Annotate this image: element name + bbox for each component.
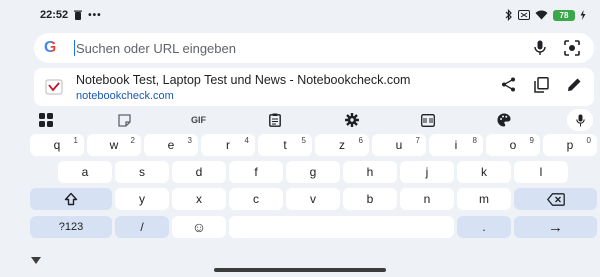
trash-notification-icon xyxy=(74,10,83,20)
battery-icon: 78 xyxy=(553,9,575,21)
backspace-key[interactable] xyxy=(514,188,597,210)
key-label: t xyxy=(283,138,287,152)
key-q[interactable]: q1 xyxy=(30,134,84,156)
gif-button[interactable]: GIF xyxy=(191,115,206,125)
key-l[interactable]: l xyxy=(514,161,568,183)
status-left: 22:52 ••• xyxy=(40,9,102,21)
search-input[interactable]: Suchen oder URL eingeben xyxy=(76,41,516,56)
more-notifications-icon: ••• xyxy=(88,9,102,21)
key-label: r xyxy=(226,138,230,152)
key-j[interactable]: j xyxy=(400,161,454,183)
charging-icon xyxy=(580,10,586,20)
lens-camera-icon[interactable] xyxy=(564,40,580,56)
suggestion-text: Notebook Test, Laptop Test und News - No… xyxy=(76,73,501,102)
key-hint: 6 xyxy=(358,136,363,145)
key-n[interactable]: n xyxy=(400,188,454,210)
bluetooth-icon xyxy=(505,9,512,21)
key-g[interactable]: g xyxy=(286,161,340,183)
key-b[interactable]: b xyxy=(343,188,397,210)
notebookcheck-favicon-icon xyxy=(44,77,64,97)
copy-icon[interactable] xyxy=(534,76,549,98)
wifi-icon xyxy=(535,10,548,20)
nfc-icon xyxy=(518,10,530,20)
period-key[interactable]: . xyxy=(457,216,511,238)
theme-palette-icon[interactable] xyxy=(497,113,511,127)
key-z[interactable]: z6 xyxy=(315,134,369,156)
suggestion-item[interactable]: Notebook Test, Laptop Test und News - No… xyxy=(34,68,594,106)
key-hint: 3 xyxy=(187,136,192,145)
symbols-key[interactable]: ?123 xyxy=(30,216,112,238)
key-f[interactable]: f xyxy=(229,161,283,183)
key-hint: 9 xyxy=(529,136,534,145)
text-cursor xyxy=(74,40,75,56)
keyboard-mic-icon[interactable] xyxy=(567,109,593,131)
slash-key[interactable]: / xyxy=(115,216,169,238)
status-right: 78 xyxy=(505,9,586,21)
voice-search-icon[interactable] xyxy=(534,40,546,56)
key-u[interactable]: u7 xyxy=(372,134,426,156)
key-hint: 7 xyxy=(415,136,420,145)
status-time: 22:52 xyxy=(40,9,69,21)
shift-key[interactable] xyxy=(30,188,112,210)
key-e[interactable]: e3 xyxy=(144,134,198,156)
key-label: e xyxy=(167,138,175,152)
key-a[interactable]: a xyxy=(58,161,112,183)
key-t[interactable]: t5 xyxy=(258,134,312,156)
settings-gear-icon[interactable] xyxy=(345,113,359,127)
share-icon[interactable] xyxy=(501,77,516,97)
translate-icon[interactable] xyxy=(421,113,435,127)
key-label: u xyxy=(395,138,403,152)
suggestion-title: Notebook Test, Laptop Test und News - No… xyxy=(76,72,411,87)
key-hint: 0 xyxy=(586,136,591,145)
key-y[interactable]: y xyxy=(115,188,169,210)
key-x[interactable]: x xyxy=(172,188,226,210)
hide-keyboard-icon[interactable] xyxy=(31,257,41,264)
key-v[interactable]: v xyxy=(286,188,340,210)
suggestion-url: notebookcheck.com xyxy=(76,89,174,102)
apps-grid-icon[interactable] xyxy=(39,113,53,127)
key-o[interactable]: o9 xyxy=(486,134,540,156)
gesture-nav-handle[interactable] xyxy=(214,268,386,272)
key-label: q xyxy=(53,138,61,152)
key-label: z xyxy=(339,138,345,152)
key-label: o xyxy=(509,138,517,152)
shift-icon xyxy=(64,192,78,206)
key-hint: 1 xyxy=(73,136,78,145)
keyboard-voice-button[interactable] xyxy=(567,109,593,131)
sticker-icon[interactable] xyxy=(118,113,131,127)
key-m[interactable]: m xyxy=(457,188,511,210)
enter-key[interactable]: → xyxy=(514,216,597,238)
key-k[interactable]: k xyxy=(457,161,511,183)
key-c[interactable]: c xyxy=(229,188,283,210)
key-label: i xyxy=(454,138,458,152)
key-hint: 2 xyxy=(130,136,135,145)
backspace-icon xyxy=(546,192,565,206)
key-hint: 4 xyxy=(244,136,249,145)
clipboard-icon[interactable] xyxy=(269,113,281,127)
key-w[interactable]: w2 xyxy=(87,134,141,156)
google-logo-icon: G xyxy=(44,39,64,57)
emoji-key[interactable]: ☺ xyxy=(172,216,226,238)
status-bar: 22:52 ••• 78 xyxy=(0,0,600,30)
key-i[interactable]: i8 xyxy=(429,134,483,156)
edit-pencil-icon[interactable] xyxy=(567,77,582,97)
key-hint: 8 xyxy=(472,136,477,145)
address-bar[interactable]: G Suchen oder URL eingeben xyxy=(34,33,594,63)
key-p[interactable]: p0 xyxy=(543,134,597,156)
key-hint: 5 xyxy=(301,136,306,145)
key-d[interactable]: d xyxy=(172,161,226,183)
key-s[interactable]: s xyxy=(115,161,169,183)
key-r[interactable]: r4 xyxy=(201,134,255,156)
key-label: p xyxy=(566,138,574,152)
key-label: w xyxy=(109,138,119,152)
space-bar[interactable] xyxy=(229,216,454,238)
enter-arrow-icon: → xyxy=(548,218,563,236)
keyboard-toolbar: GIF xyxy=(28,108,600,132)
emoji-icon: ☺ xyxy=(191,219,207,235)
suggestion-actions xyxy=(501,76,584,98)
key-h[interactable]: h xyxy=(343,161,397,183)
